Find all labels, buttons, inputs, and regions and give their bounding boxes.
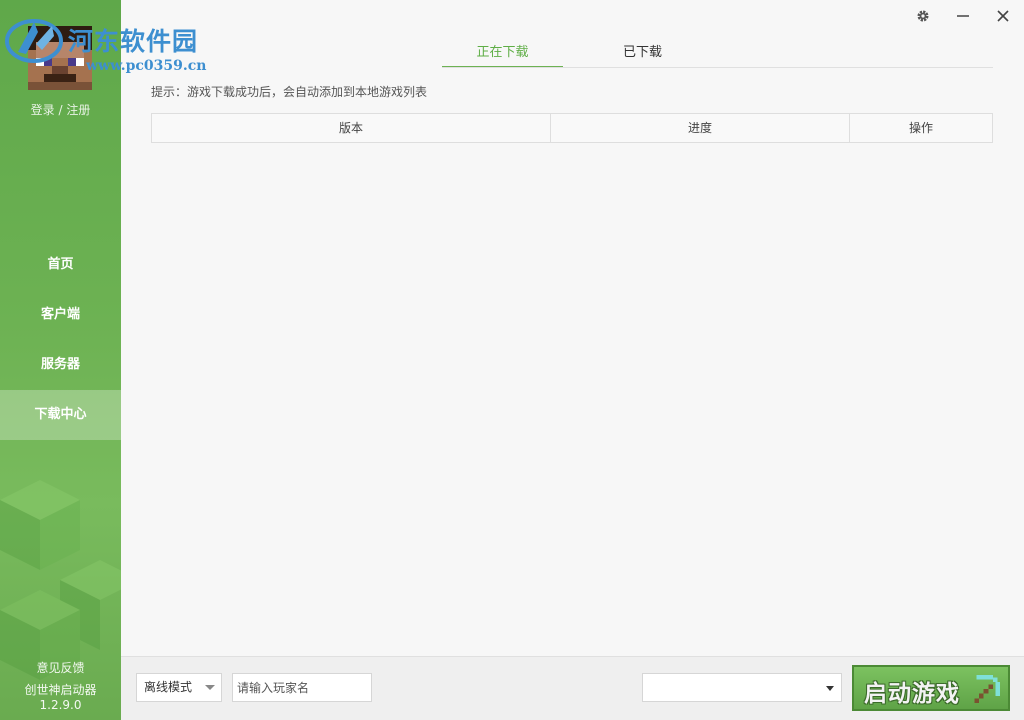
login-register-link[interactable]: 登录 / 注册 [0, 101, 121, 118]
column-header-progress: 进度 [551, 114, 850, 142]
watermark: 河东软件园 www.pc0359.cn [4, 10, 214, 74]
minimize-icon [957, 15, 969, 17]
sidebar: 登录 / 注册 首页 客户端 服务器 下载中心 意见反馈 创世神启动器 1.2.… [0, 0, 121, 720]
nav-item-client[interactable]: 客户端 [0, 290, 121, 340]
download-table-header: 版本 进度 操作 [151, 113, 993, 143]
login-mode-select[interactable]: 离线模式 [136, 673, 222, 702]
player-name-input[interactable] [232, 673, 372, 702]
minimize-button[interactable] [953, 6, 973, 26]
launch-game-button[interactable]: 启动游戏 [852, 665, 1010, 711]
watermark-logo-icon [5, 19, 63, 63]
version-select[interactable] [642, 673, 842, 702]
nav-item-home[interactable]: 首页 [0, 240, 121, 290]
chevron-down-icon [826, 686, 834, 691]
tab-divider [442, 67, 993, 68]
login-mode-value: 离线模式 [144, 680, 193, 694]
column-header-version: 版本 [152, 114, 551, 142]
tab-downloaded[interactable]: 已下载 [582, 40, 703, 68]
app-version: 1.2.9.0 [39, 698, 82, 712]
close-button[interactable] [993, 6, 1013, 26]
tab-downloading[interactable]: 正在下载 [442, 40, 563, 68]
launch-game-label: 启动游戏 [864, 681, 960, 707]
feedback-link[interactable]: 意见反馈 [0, 659, 121, 676]
watermark-site-name: 河东软件园 [68, 27, 199, 56]
pickaxe-icon [974, 675, 1000, 703]
chevron-down-icon [205, 685, 215, 690]
column-header-actions: 操作 [908, 121, 933, 135]
download-hint: 提示：游戏下载成功后，会自动添加到本地游戏列表 [151, 85, 428, 99]
gear-icon [917, 10, 929, 22]
close-icon [997, 10, 1009, 22]
app-name: 创世神启动器 [24, 683, 97, 697]
nav-item-download-center[interactable]: 下载中心 [0, 390, 121, 440]
watermark-url: www.pc0359.cn [86, 58, 207, 74]
nav-item-server[interactable]: 服务器 [0, 340, 121, 390]
settings-button[interactable] [913, 6, 933, 26]
